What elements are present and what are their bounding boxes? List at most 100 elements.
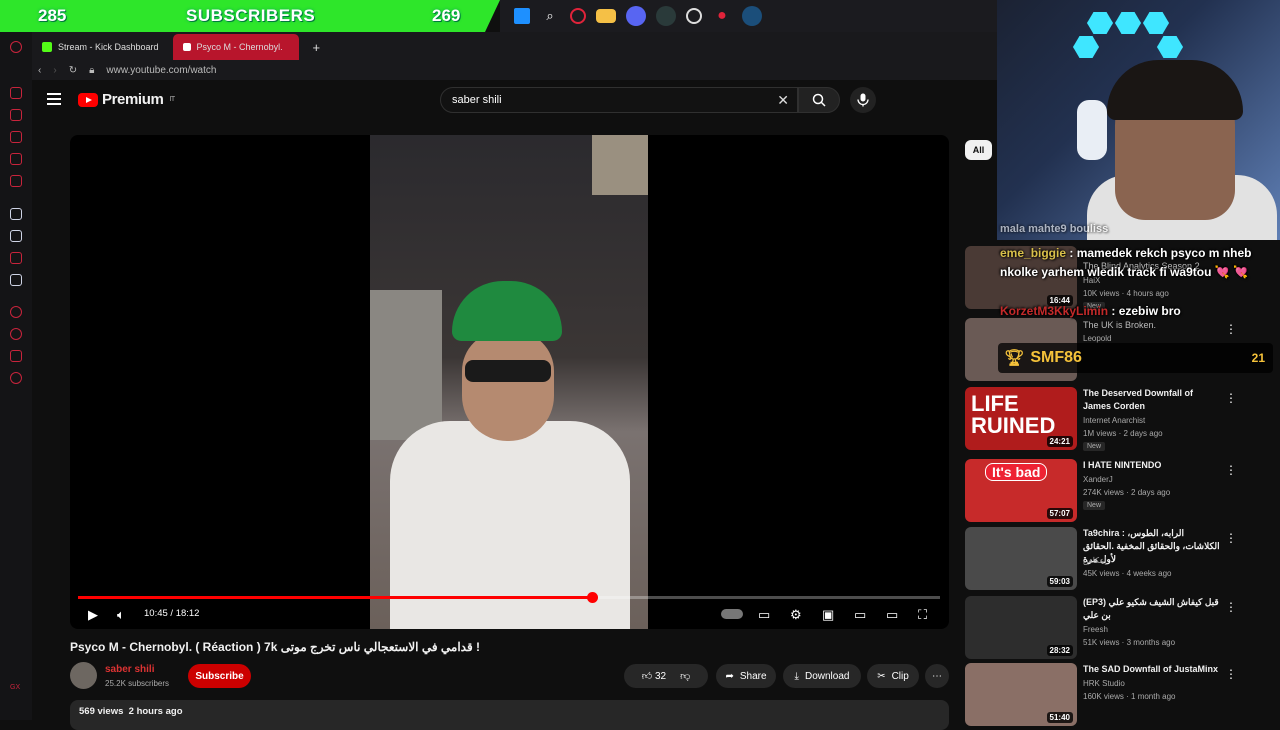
tab-label: Stream - Kick Dashboard <box>58 42 159 52</box>
windows-icon[interactable] <box>514 8 530 24</box>
recommendation-title[interactable]: (EP3) قبل كيفاش الشيف شكيو علي بن علي <box>1083 596 1223 622</box>
sidebar-app-icon[interactable] <box>10 153 22 165</box>
theater-icon[interactable]: ▭ <box>854 607 866 623</box>
download-label: Download <box>804 670 850 682</box>
play-icon[interactable]: ▶ <box>88 607 98 623</box>
back-icon[interactable]: ‹ <box>38 65 41 76</box>
search-button[interactable] <box>798 87 840 113</box>
like-button[interactable]: 👍︎ 32 <box>642 670 666 682</box>
description-box[interactable]: 569 views 2 hours ago <box>70 700 949 730</box>
chip-all[interactable]: All <box>965 140 992 160</box>
share-label: Share <box>739 670 767 682</box>
obs-icon[interactable] <box>686 8 702 24</box>
more-icon[interactable]: ⋮ <box>1225 531 1237 545</box>
more-icon[interactable]: ⋮ <box>1225 600 1237 614</box>
list-item[interactable]: 28:32 (EP3) قبل كيفاش الشيف شكيو علي بن … <box>965 596 1265 660</box>
youtube-icon[interactable] <box>10 252 22 264</box>
reload-icon[interactable]: ↻ <box>69 65 77 76</box>
sidebar-app-icon[interactable] <box>10 87 22 99</box>
video-thumbnail[interactable]: It's bad 57:07 <box>965 459 1077 522</box>
forward-icon[interactable]: › <box>53 65 56 76</box>
search-icon[interactable]: ⌕ <box>540 6 560 26</box>
video-player[interactable]: ▶ 🔈︎ 10:45 / 18:12 ▭ ⚙ ▣ ▭ ▭ ⛶ <box>70 135 949 629</box>
miniplayer-icon[interactable]: ▣ <box>822 607 834 623</box>
url-field[interactable]: www.youtube.com/watch <box>106 65 216 76</box>
clip-button[interactable]: ✂ Clip <box>867 664 919 688</box>
recommendation-title[interactable]: The UK is Broken. <box>1083 319 1223 332</box>
recommendation-title[interactable]: The SAD Downfall of JustaMinx <box>1083 663 1223 676</box>
recommendation-channel[interactable]: Leopold <box>1083 334 1111 343</box>
voice-search-button[interactable] <box>850 87 876 113</box>
headset <box>1077 100 1107 160</box>
tab-youtube-video[interactable]: Psyco M - Chernobyl. <box>172 34 299 60</box>
menu-icon[interactable] <box>47 93 61 105</box>
x-icon[interactable] <box>10 230 22 242</box>
progress-scrubber[interactable] <box>586 592 598 603</box>
settings-icon[interactable]: ⚙ <box>790 607 802 623</box>
shield-icon[interactable] <box>10 274 22 286</box>
video-thumbnail[interactable]: LIFE RUINED 24:21 <box>965 387 1077 450</box>
duration-badge: 51:40 <box>1046 712 1073 723</box>
history-icon[interactable] <box>10 328 22 340</box>
sidebar-app-icon[interactable] <box>10 175 22 187</box>
search-input[interactable]: saber shili ✕ <box>440 87 798 113</box>
subtitles-icon[interactable]: ▭ <box>758 607 770 623</box>
video-title: Psyco M - Chernobyl. ( Réaction ) 7k قدا… <box>70 640 481 654</box>
video-thumbnail[interactable]: 51:40 <box>965 663 1077 726</box>
recommendation-title[interactable]: I HATE NINTENDO <box>1083 459 1223 472</box>
thumbnail-text: LIFE RUINED <box>971 391 1056 438</box>
app-icon[interactable] <box>656 6 676 26</box>
subscriber-goal-overlay: 285 SUBSCRIBERS 269 <box>0 0 500 32</box>
opera-icon[interactable] <box>570 8 586 24</box>
recommendation-channel[interactable]: Freesh <box>1083 625 1108 634</box>
recommendation-title[interactable]: The Deserved Downfall of James Corden <box>1083 387 1223 413</box>
new-tab-button[interactable]: + <box>303 34 331 60</box>
duration-badge: 24:21 <box>1046 436 1073 447</box>
tab-kick-dashboard[interactable]: Stream - Kick Dashboard <box>32 34 169 60</box>
volume-icon[interactable]: 🔈︎ <box>117 607 125 623</box>
channel-name[interactable]: saber shili <box>105 664 154 675</box>
player-icon[interactable] <box>10 306 22 318</box>
folder-icon[interactable] <box>596 9 616 23</box>
more-actions-button[interactable]: ⋯ <box>925 664 949 688</box>
list-item[interactable]: 59:03 Ta9chira : الرابه، الطوس، الكلاشات… <box>965 527 1265 591</box>
autoplay-toggle[interactable] <box>721 609 743 619</box>
recommendation-channel[interactable]: Internet Anarchist <box>1083 416 1145 425</box>
list-item[interactable]: It's bad 57:07 I HATE NINTENDO XanderJ 2… <box>965 459 1265 523</box>
sidebar-app-icon[interactable] <box>10 208 22 220</box>
recommendation-channel[interactable]: إعكاس <box>1083 556 1107 565</box>
sidebar-app-icon[interactable] <box>10 350 22 362</box>
share-button[interactable]: ➦ Share <box>716 664 776 688</box>
video-thumbnail[interactable]: 28:32 <box>965 596 1077 659</box>
dislike-button[interactable]: 👎︎ <box>680 670 690 682</box>
browser-sidebar: GX <box>0 32 32 720</box>
video-thumbnail[interactable]: 59:03 <box>965 527 1077 590</box>
recommendation-channel[interactable]: HRK Studio <box>1083 679 1125 688</box>
avatar[interactable] <box>70 662 97 689</box>
steam-icon[interactable] <box>742 6 762 26</box>
list-item[interactable]: LIFE RUINED 24:21 The Deserved Downfall o… <box>965 387 1265 451</box>
share-icon: ➦ <box>725 670 734 682</box>
cast-icon[interactable]: ▭ <box>886 607 898 623</box>
duration-badge: 57:07 <box>1046 508 1073 519</box>
more-icon[interactable]: ⋮ <box>1225 667 1237 681</box>
clear-icon[interactable]: ✕ <box>777 92 789 109</box>
recommendation-channel[interactable]: XanderJ <box>1083 475 1113 484</box>
sidebar-app-icon[interactable] <box>10 131 22 143</box>
subscribe-button[interactable]: Subscribe <box>188 664 251 688</box>
more-icon[interactable]: ⋮ <box>1225 322 1237 336</box>
discord-icon[interactable] <box>626 6 646 26</box>
youtube-logo[interactable]: Premium IT <box>78 91 175 108</box>
settings-icon[interactable] <box>10 372 22 384</box>
browser-tab-strip: Stream - Kick Dashboard Psyco M - Cherno… <box>32 32 1000 60</box>
opera-menu-icon[interactable] <box>10 41 22 53</box>
progress-bar[interactable] <box>78 592 940 603</box>
video-person-glasses <box>465 360 551 382</box>
more-icon[interactable]: ⋮ <box>1225 391 1237 405</box>
download-button[interactable]: ⤓ Download <box>783 664 861 688</box>
more-icon[interactable]: ⋮ <box>1225 463 1237 477</box>
fullscreen-icon[interactable]: ⛶ <box>918 607 927 623</box>
maps-pin-icon[interactable]: ● <box>712 6 732 26</box>
list-item[interactable]: 51:40 The SAD Downfall of JustaMinx HRK … <box>965 663 1265 727</box>
sidebar-app-icon[interactable] <box>10 109 22 121</box>
